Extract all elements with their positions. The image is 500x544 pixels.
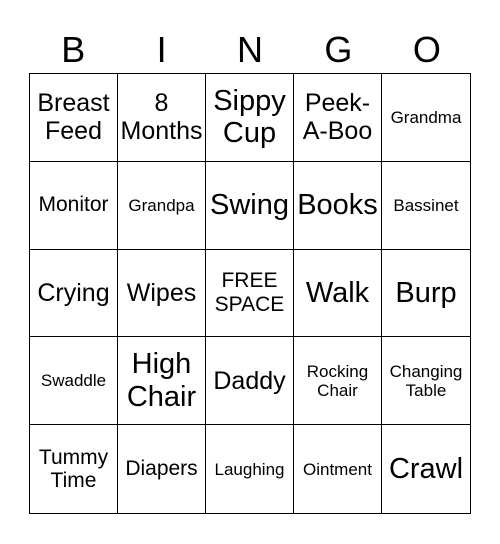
bingo-cell[interactable]: Laughing (206, 425, 294, 513)
bingo-grid: Breast Feed 8 Months Sippy Cup Peek- A-Boo G… (29, 73, 471, 514)
bingo-cell[interactable]: Rocking Chair (294, 337, 382, 426)
bingo-cell[interactable]: Grandpa (118, 161, 206, 250)
bingo-cell[interactable]: Walk (294, 249, 382, 338)
bingo-cell[interactable]: Swaddle (30, 337, 118, 426)
bingo-cell[interactable]: Peek- A-Boo (294, 74, 382, 162)
bingo-cell[interactable]: Changing Table (382, 337, 470, 426)
bingo-cell[interactable]: Crawl (382, 425, 470, 513)
bingo-cell[interactable]: Breast Feed (30, 74, 118, 162)
bingo-cell[interactable]: High Chair (118, 337, 206, 426)
bingo-cell[interactable]: 8 Months (118, 74, 206, 162)
bingo-cell[interactable]: Ointment (294, 425, 382, 513)
bingo-cell[interactable]: Crying (30, 249, 118, 338)
bingo-cell[interactable]: Burp (382, 250, 470, 338)
bingo-cell[interactable]: Sippy Cup (206, 74, 294, 162)
bingo-cell[interactable]: Bassinet (382, 162, 470, 250)
bingo-cell[interactable]: Diapers (118, 425, 206, 513)
bingo-header: B I N G O (29, 28, 471, 72)
header-letter-n: N (237, 29, 264, 70)
bingo-cell[interactable]: Daddy (206, 337, 294, 426)
bingo-cell[interactable]: Grandma (382, 74, 470, 162)
bingo-cell[interactable]: Tummy Time (30, 425, 118, 513)
header-letter-o: O (412, 29, 441, 70)
header-letter-b: B (61, 29, 86, 70)
header-letter-g: G (324, 29, 353, 70)
bingo-cell[interactable]: Books (294, 161, 382, 250)
free-space-cell[interactable]: FREE SPACE (206, 249, 294, 338)
bingo-cell[interactable]: Swing (206, 161, 294, 250)
header-letter-i: I (156, 29, 167, 70)
bingo-cell[interactable]: Monitor (30, 161, 118, 250)
bingo-cell[interactable]: Wipes (118, 249, 206, 338)
